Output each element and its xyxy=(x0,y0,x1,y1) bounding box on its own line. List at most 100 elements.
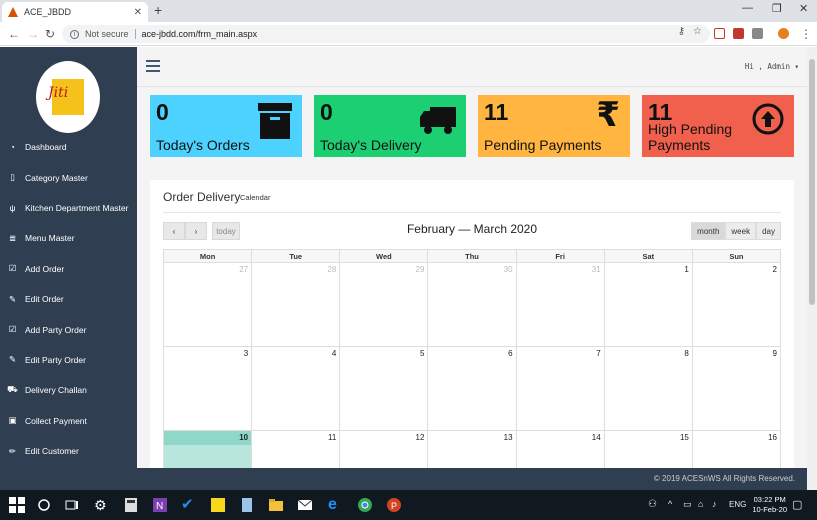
search-icon[interactable] xyxy=(36,497,52,513)
card-label: Today's Delivery xyxy=(320,137,422,153)
notes-icon[interactable] xyxy=(239,497,255,513)
close-window-icon[interactable]: ✕ xyxy=(799,2,808,15)
key-icon[interactable]: ⚷ xyxy=(678,26,685,37)
forward-icon[interactable]: → xyxy=(27,27,39,41)
calendar-week-row: 3456789 xyxy=(162,346,782,431)
sidebar-item-edit-party-order[interactable]: ✎ Edit Party Order xyxy=(0,345,137,375)
sidebar-item-label: Collect Payment xyxy=(25,415,87,426)
clock-date: 10-Feb-20 xyxy=(752,505,787,514)
truck-icon xyxy=(420,107,456,134)
card-todays-orders[interactable]: 0 Today's Orders xyxy=(150,95,302,157)
sidebar-item-label: Edit Customer xyxy=(25,446,79,457)
onenote-icon[interactable]: N xyxy=(152,497,168,513)
people-icon[interactable]: ⚇ xyxy=(648,499,657,510)
sidebar-item-edit-customer[interactable]: ✏ Edit Customer xyxy=(0,436,137,466)
card-pending-payments[interactable]: 11 Pending Payments ₹ xyxy=(478,95,630,157)
new-tab-icon[interactable]: + xyxy=(154,2,162,18)
edit-icon: ✎ xyxy=(8,293,17,304)
panel-title: Order Delivery xyxy=(163,190,241,204)
chrome-icon[interactable] xyxy=(357,497,373,513)
notifications-icon[interactable]: ▢ xyxy=(792,498,802,511)
hamburger-menu-icon[interactable] xyxy=(146,60,160,72)
calendar-day-cell[interactable]: 5 xyxy=(339,346,429,431)
sidebar-item-label: Edit Party Order xyxy=(25,354,86,365)
restore-window-icon[interactable]: ❐ xyxy=(772,2,782,15)
calendar-day-cell[interactable]: 27 xyxy=(162,262,253,347)
language-indicator[interactable]: ENG xyxy=(729,500,746,509)
calendar-day-cell[interactable]: 6 xyxy=(427,346,517,431)
todo-check-icon[interactable]: ✔ xyxy=(181,497,197,513)
calendar-day-cell[interactable]: 4 xyxy=(251,346,341,431)
info-icon[interactable]: i xyxy=(70,29,79,39)
pdf-extension-icon[interactable] xyxy=(733,28,744,39)
calendar-day-cell[interactable]: 9 xyxy=(691,346,782,431)
url-text: ace-jbdd.com/frm_main.aspx xyxy=(141,29,258,39)
money-icon: ▣ xyxy=(8,415,17,426)
svg-text:N: N xyxy=(156,501,163,512)
network-icon[interactable]: ⌂ xyxy=(698,499,703,509)
user-menu[interactable]: Hi , Admin ▾ xyxy=(745,62,799,71)
calendar-day-cell[interactable]: 3 xyxy=(162,346,253,431)
profile-avatar[interactable] xyxy=(778,28,789,39)
calendar-week-row: 27 28 29 30 31 1 2 xyxy=(162,262,782,347)
weekday-header: Sun xyxy=(691,249,782,263)
card-todays-delivery[interactable]: 0 Today's Delivery xyxy=(314,95,466,157)
browser-menu-icon[interactable]: ⋮ xyxy=(800,27,812,41)
weekday-header: Sat xyxy=(603,249,693,263)
calendar-day-cell[interactable]: 29 xyxy=(339,262,429,347)
calendar-day-cell[interactable]: 1 xyxy=(603,262,693,347)
card-high-pending-payments[interactable]: 11 High Pending Payments xyxy=(642,95,794,157)
reload-icon[interactable]: ↻ xyxy=(45,27,55,41)
battery-icon[interactable]: ▭ xyxy=(683,499,692,510)
sticky-notes-icon[interactable] xyxy=(210,497,226,513)
view-day-button[interactable]: day xyxy=(756,222,781,240)
calendar-day-cell[interactable]: 28 xyxy=(251,262,341,347)
arrow-up-circle-icon xyxy=(752,103,784,135)
back-icon[interactable]: ← xyxy=(8,27,20,41)
minimize-window-icon[interactable]: — xyxy=(742,2,753,14)
sidebar-item-dashboard[interactable]: ◔ Dashboard xyxy=(0,132,137,162)
sidebar-item-add-party-order[interactable]: ☑ Add Party Order xyxy=(0,314,137,344)
card-label: Pending Payments xyxy=(484,137,602,153)
bookmark-star-icon[interactable]: ☆ xyxy=(693,26,702,37)
powerpoint-icon[interactable]: P xyxy=(386,497,402,513)
sidebar-item-label: Add Order xyxy=(25,263,65,274)
calendar-day-cell[interactable]: 2 xyxy=(691,262,782,347)
clock-time: 03:22 PM xyxy=(753,495,786,504)
cutlery-icon: ψ xyxy=(9,202,16,213)
logo[interactable]: Jiti xyxy=(36,61,100,133)
scrollbar-thumb[interactable] xyxy=(809,59,815,305)
sidebar-item-delivery-challan[interactable]: ⛟ Delivery Challan xyxy=(0,375,137,405)
divider xyxy=(163,212,781,213)
calculator-icon[interactable] xyxy=(123,497,139,513)
calendar-day-cell[interactable]: 30 xyxy=(427,262,517,347)
view-month-button[interactable]: month xyxy=(691,222,726,240)
sidebar-item-add-order[interactable]: ☑ Add Order xyxy=(0,254,137,284)
sidebar-item-edit-order[interactable]: ✎ Edit Order xyxy=(0,284,137,314)
system-clock[interactable]: 03:22 PM 10-Feb-20 xyxy=(752,495,787,515)
page-scrollbar[interactable] xyxy=(807,47,817,490)
windows-start-icon[interactable] xyxy=(9,497,25,513)
calendar-day-cell[interactable]: 31 xyxy=(515,262,605,347)
volume-icon[interactable]: ♪ xyxy=(712,499,717,509)
file-explorer-icon[interactable] xyxy=(268,497,284,513)
sidebar-item-collect-payment[interactable]: ▣ Collect Payment xyxy=(0,406,137,436)
truck-icon: ⛟ xyxy=(7,384,18,395)
calendar-day-cell[interactable]: 8 xyxy=(603,346,693,431)
sidebar-item-kitchen-department-master[interactable]: ψ Kitchen Department Master xyxy=(0,193,137,223)
edge-browser-icon[interactable]: e xyxy=(328,497,344,513)
calendar-day-cell[interactable]: 7 xyxy=(515,346,605,431)
sidebar-item-menu-master[interactable]: ≣ Menu Master xyxy=(0,223,137,253)
shield-extension-icon[interactable] xyxy=(752,28,763,39)
view-week-button[interactable]: week xyxy=(725,222,757,240)
calendar-check-icon: ☑ xyxy=(8,263,17,274)
settings-gear-icon[interactable]: ⚙ xyxy=(94,497,110,513)
mail-icon[interactable] xyxy=(297,497,313,513)
url-field[interactable]: i Not secure ace-jbdd.com/frm_main.aspx … xyxy=(62,25,710,43)
extension-icon[interactable] xyxy=(714,28,725,39)
task-view-icon[interactable] xyxy=(64,497,80,513)
browser-tab[interactable]: ACE_JBDD ✕ xyxy=(2,2,148,22)
sidebar-item-category-master[interactable]: ▯ Category Master xyxy=(0,162,137,192)
close-tab-icon[interactable]: ✕ xyxy=(134,7,142,18)
tray-chevron-up-icon[interactable]: ^ xyxy=(668,499,672,509)
